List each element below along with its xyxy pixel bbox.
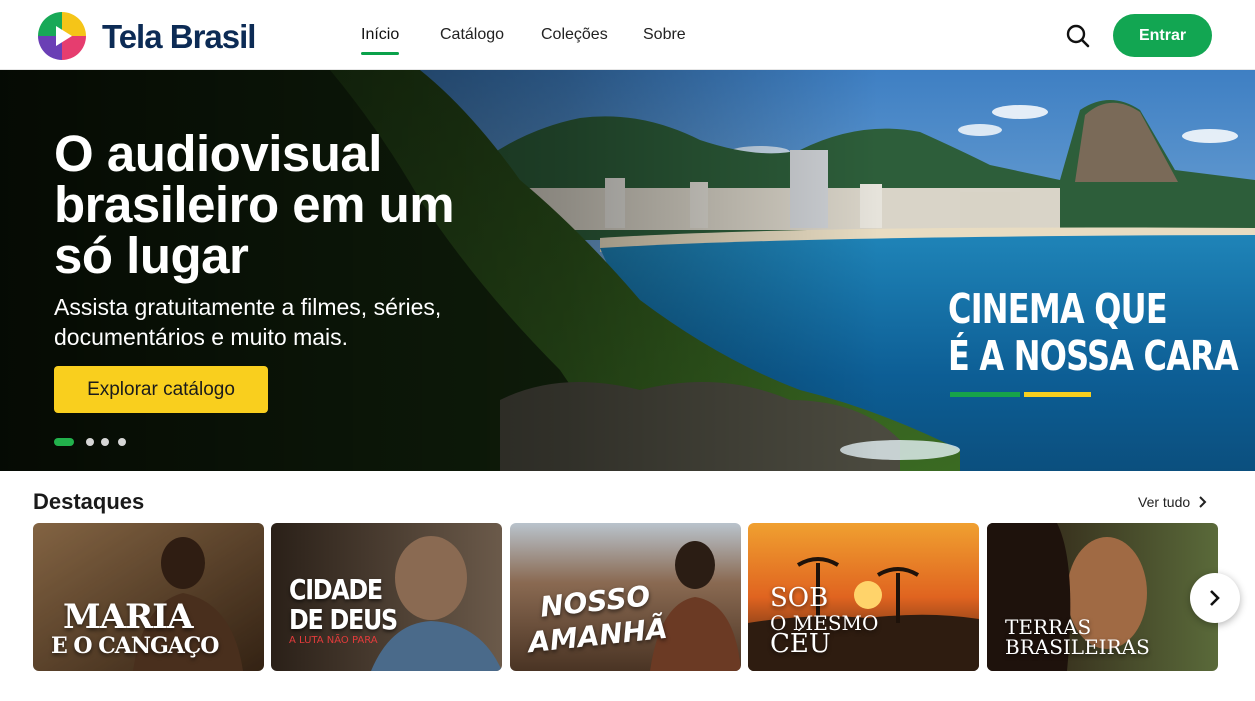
nav-item-sobre[interactable]: Sobre <box>643 26 686 44</box>
card-title-line3: CÉU <box>770 629 831 659</box>
carousel-dot-4[interactable] <box>118 438 126 446</box>
carousel-dot-1[interactable] <box>54 438 74 446</box>
nav-item-catalogo[interactable]: Catálogo <box>440 26 504 44</box>
see-all-label: Ver tudo <box>1138 494 1191 510</box>
carousel-dot-3[interactable] <box>101 438 109 446</box>
slogan-green-bar <box>950 392 1020 397</box>
movie-card-maria-e-o-cangaco[interactable]: MARIA E O CANGAÇO <box>33 523 264 671</box>
explore-catalog-button[interactable]: Explorar catálogo <box>54 366 268 413</box>
slogan-line-2: É A NOSSA CARA <box>948 332 1239 380</box>
nav-item-inicio[interactable]: Início <box>361 26 399 44</box>
carousel-next-button[interactable] <box>1190 573 1240 623</box>
card-title-line1: TERRAS <box>1005 615 1092 639</box>
movie-card-sob-o-mesmo-ceu[interactable]: SOB O MESMO CÉU <box>748 523 979 671</box>
tela-brasil-logo-icon[interactable] <box>34 8 90 64</box>
chevron-right-icon <box>1210 590 1220 606</box>
highlights-heading: Destaques <box>33 489 145 514</box>
search-icon[interactable] <box>1062 20 1094 52</box>
card-title-line1: MARIA <box>63 597 194 637</box>
hero-subtitle: Assista gratuitamente a filmes, séries, … <box>54 294 442 350</box>
chevron-right-icon <box>1199 496 1207 508</box>
card-tagline: A LUTA NÃO PARA <box>289 635 378 646</box>
hero-banner: O audiovisual brasileiro em um só lugar … <box>0 70 1255 471</box>
card-title-line1: CIDADE <box>289 573 383 606</box>
card-title-line1: SOB <box>770 583 829 613</box>
brand-name[interactable]: Tela Brasil <box>102 18 256 56</box>
card-title-line2: BRASILEIRAS <box>1005 635 1150 659</box>
top-nav-bar: Tela Brasil Início Catálogo Coleções Sob… <box>0 0 1255 70</box>
login-button[interactable]: Entrar <box>1113 14 1212 57</box>
active-nav-indicator <box>361 52 399 55</box>
slogan-line-1: CINEMA QUE <box>948 285 1168 333</box>
movie-card-cidade-de-deus[interactable]: CIDADE DE DEUS A LUTA NÃO PARA <box>271 523 502 671</box>
card-title-line2: E O CANGAÇO <box>51 633 219 659</box>
hero-slogan: CINEMA QUE É A NOSSA CARA <box>948 285 1239 380</box>
see-all-link[interactable]: Ver tudo <box>1138 494 1208 510</box>
carousel-dot-2[interactable] <box>86 438 94 446</box>
card-title-line2: DE DEUS <box>289 603 398 636</box>
nav-item-colecoes[interactable]: Coleções <box>541 26 608 44</box>
hero-title: O audiovisual brasileiro em um só lugar <box>54 125 455 284</box>
movie-card-terras-brasileiras[interactable]: TERRAS BRASILEIRAS <box>987 523 1218 671</box>
movie-card-nosso-amanha[interactable]: NOSSO AMANHÃ <box>510 523 741 671</box>
slogan-yellow-bar <box>1024 392 1091 397</box>
